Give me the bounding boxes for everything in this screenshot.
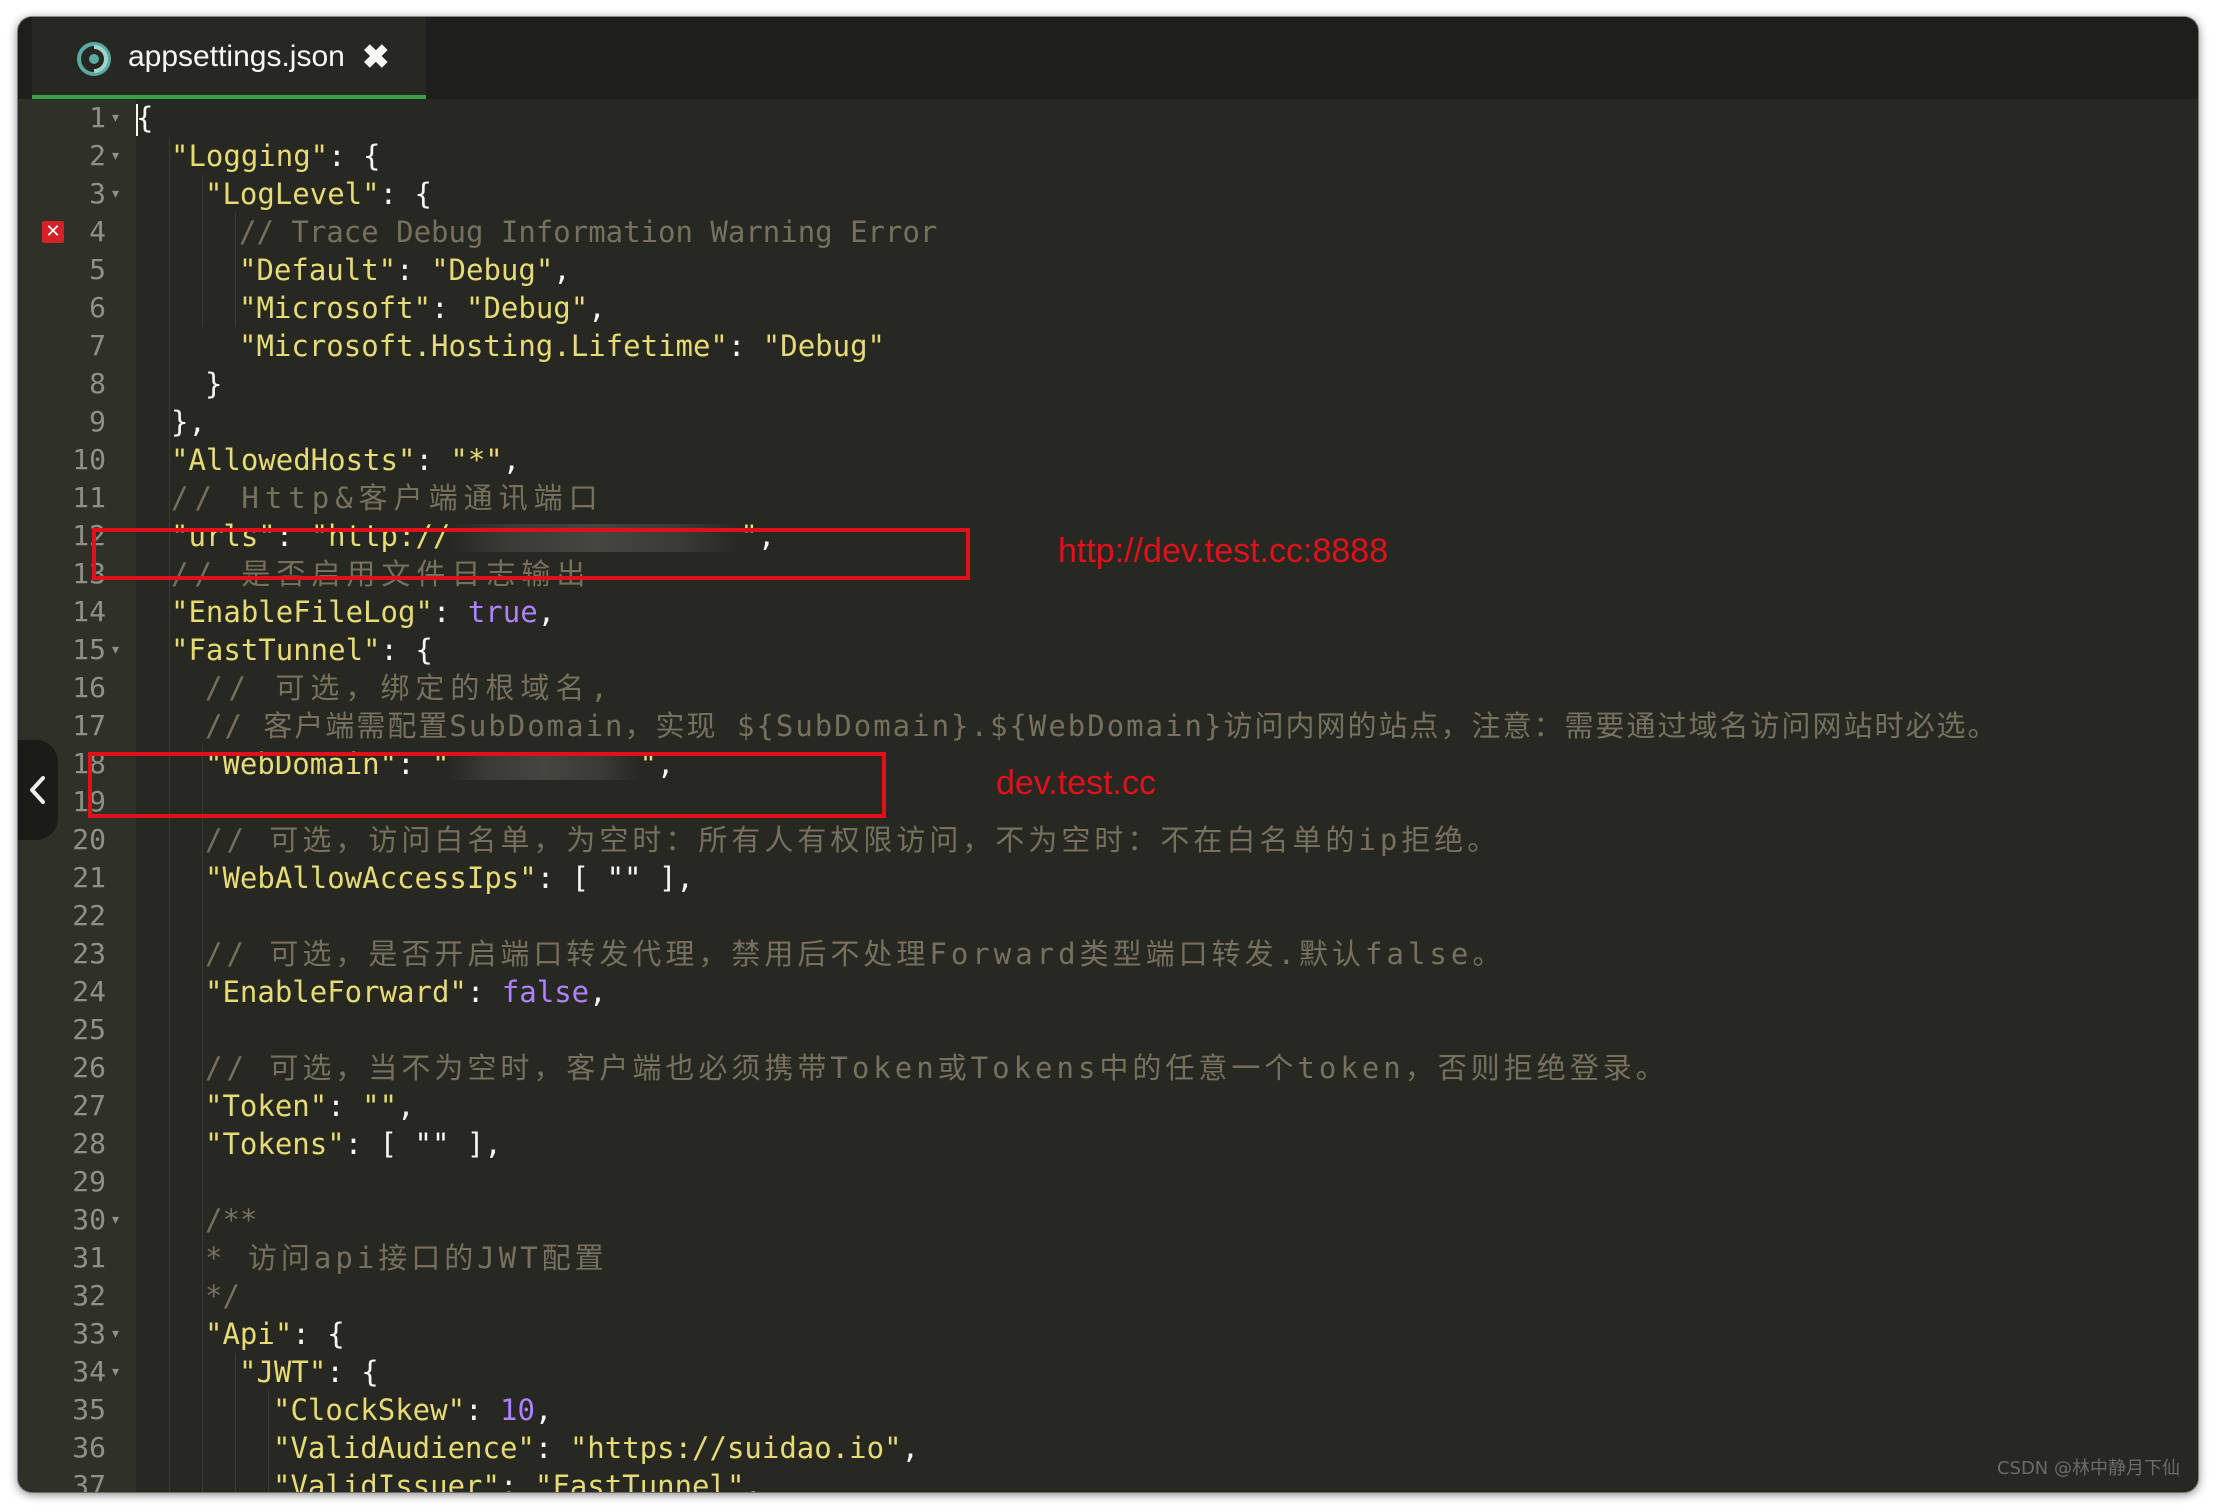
code-line-20: // 可选，访问白名单，为空时：所有人有权限访问，不为空时：不在白名单的ip拒绝…	[205, 821, 1500, 859]
webdomain-highlight-box	[88, 752, 886, 818]
fold-toggle-icon[interactable]: ▾	[112, 137, 119, 175]
urls-annotation: http://dev.test.cc:8888	[1058, 532, 1389, 570]
fold-toggle-icon[interactable]: ▾	[112, 1201, 119, 1239]
code-line-30: /**	[205, 1201, 257, 1239]
line-number: 34	[72, 1355, 106, 1388]
code-line-3: "LogLevel": {	[205, 177, 432, 211]
code-line-24: "EnableForward": false,	[205, 975, 607, 1009]
line-number: 35	[72, 1393, 106, 1426]
line-number: 32	[72, 1279, 106, 1312]
chevron-left-icon	[30, 776, 45, 804]
code-line-9: },	[171, 405, 206, 439]
code-line-1: {	[136, 101, 154, 136]
line-number: 29	[72, 1165, 106, 1198]
code-line-10: "AllowedHosts": "*",	[171, 443, 521, 477]
code-comment: // 可选，访问白名单，为空时：所有人有权限访问，不为空时：不在白名单的ip拒绝…	[205, 823, 1501, 857]
line-number: 9	[89, 405, 106, 438]
code-line-6: "Microsoft": "Debug",	[239, 291, 606, 325]
code-comment: // 可选，当不为空时，客户端也必须携带Token或Tokens中的任意一个to…	[205, 1051, 1669, 1085]
line-number: 31	[72, 1241, 106, 1274]
code-line-7: "Microsoft.Hosting.Lifetime": "Debug"	[239, 329, 886, 363]
code-line-14: "EnableFileLog": true,	[171, 595, 556, 629]
code-comment: // Http&客户端通讯端口	[171, 481, 604, 515]
watermark: CSDN @林中静月下仙	[1996, 1458, 2180, 1479]
line-number: 11	[72, 481, 106, 514]
line-number: 1	[89, 101, 106, 134]
code-line-23: // 可选，是否开启端口转发代理，禁用后不处理Forward类型端口转发.默认f…	[205, 935, 1505, 973]
code-line-11: // Http&客户端通讯端口	[171, 479, 604, 517]
code-line-16: // 可选，绑定的根域名,	[205, 669, 614, 707]
code-line-4: // Trace Debug Information Warning Error	[239, 213, 937, 251]
line-number: 3	[89, 177, 106, 210]
line-number: 16	[72, 671, 106, 704]
fold-toggle-icon[interactable]: ▾	[112, 99, 119, 137]
code-line-8: }	[205, 367, 223, 401]
fold-toggle-icon[interactable]: ▾	[112, 175, 119, 213]
fold-toggle-icon[interactable]: ▾	[112, 631, 119, 669]
indent-guide	[202, 175, 203, 327]
line-number: 14	[72, 595, 106, 628]
code-line-32: */	[205, 1277, 240, 1315]
code-line-27: "Token": "",	[205, 1089, 415, 1123]
code-line-34: "JWT": {	[239, 1355, 379, 1389]
code-line-33: "Api": {	[205, 1317, 345, 1351]
indent-guide	[235, 213, 236, 327]
code-line-26: // 可选，当不为空时，客户端也必须携带Token或Tokens中的任意一个to…	[205, 1049, 1669, 1087]
line-number: 2	[89, 139, 106, 172]
code-line-31: * 访问api接口的JWT配置	[205, 1239, 608, 1277]
webdomain-annotation: dev.test.cc	[996, 764, 1156, 802]
line-number: 23	[72, 937, 106, 970]
line-number: 28	[72, 1127, 106, 1160]
code-comment: * 访问api接口的JWT配置	[205, 1241, 608, 1275]
line-number: 10	[72, 443, 106, 476]
tab-title: appsettings.json	[128, 40, 345, 73]
code-comment: // 可选，绑定的根域名,	[205, 671, 614, 705]
line-number: 25	[72, 1013, 106, 1046]
code-line-21: "WebAllowAccessIps": [ "" ],	[205, 861, 694, 895]
line-number: 33	[72, 1317, 106, 1350]
line-number: 6	[89, 291, 106, 324]
code-comment: // 客户端需配置SubDomain，实现 ${SubDomain}.${Web…	[205, 709, 1999, 743]
indent-guide	[268, 1391, 269, 1492]
code-editor[interactable]: 1 ▾ 2 ▾ 3 ▾ 4 ✕ 5 6 7 8 9 10 11 12 13 14 15 ▾ 16 17 18 19 20 21 22…	[18, 99, 2198, 1492]
code-comment: /**	[205, 1203, 258, 1237]
error-icon[interactable]: ✕	[42, 221, 64, 243]
code-line-2: "Logging": {	[171, 139, 381, 173]
line-number: 5	[89, 253, 106, 286]
line-number: 8	[89, 367, 106, 400]
urls-highlight-box	[92, 528, 970, 580]
line-number: 30	[72, 1203, 106, 1236]
code-comment: */	[205, 1279, 240, 1313]
code-comment: // 可选，是否开启端口转发代理，禁用后不处理Forward类型端口转发.默认f…	[205, 937, 1506, 971]
indent-guide	[202, 745, 203, 1492]
line-number: 22	[72, 899, 106, 932]
code-line-5: "Default": "Debug",	[239, 253, 571, 287]
code-comment: // Trace Debug Information Warning Error	[239, 215, 938, 249]
indent-guide	[235, 1353, 236, 1492]
line-number: 7	[89, 329, 106, 362]
code-line-35: "ClockSkew": 10,	[273, 1393, 553, 1427]
fold-toggle-icon[interactable]: ▾	[112, 1353, 119, 1391]
line-number: 21	[72, 861, 106, 894]
code-line-28: "Tokens": [ "" ],	[205, 1127, 502, 1161]
line-number: 15	[72, 633, 106, 666]
tab-appsettings-json[interactable]: appsettings.json ✖	[32, 17, 426, 99]
line-number: 24	[72, 975, 106, 1008]
json-file-icon	[76, 41, 112, 77]
line-number: 27	[72, 1089, 106, 1122]
code-line-37: "ValidIssuer": "FastTunnel",	[273, 1469, 762, 1492]
fold-toggle-icon[interactable]: ▾	[112, 1315, 119, 1353]
tab-bar: appsettings.json ✖	[18, 17, 2198, 99]
line-number: 26	[72, 1051, 106, 1084]
code-line-36: "ValidAudience": "https://suidao.io",	[273, 1431, 920, 1465]
close-icon[interactable]: ✖	[362, 37, 390, 77]
editor-window: appsettings.json ✖ 1 ▾ 2 ▾ 3 ▾ 4 ✕ 5 6 7 8 9 10 11 12 13…	[18, 17, 2198, 1492]
code-line-17: // 客户端需配置SubDomain，实现 ${SubDomain}.${Web…	[205, 707, 1998, 745]
line-number: 36	[72, 1431, 106, 1464]
sidebar-collapse-button[interactable]	[18, 740, 58, 840]
line-number: 37	[72, 1469, 106, 1492]
code-line-15: "FastTunnel": {	[171, 633, 433, 667]
